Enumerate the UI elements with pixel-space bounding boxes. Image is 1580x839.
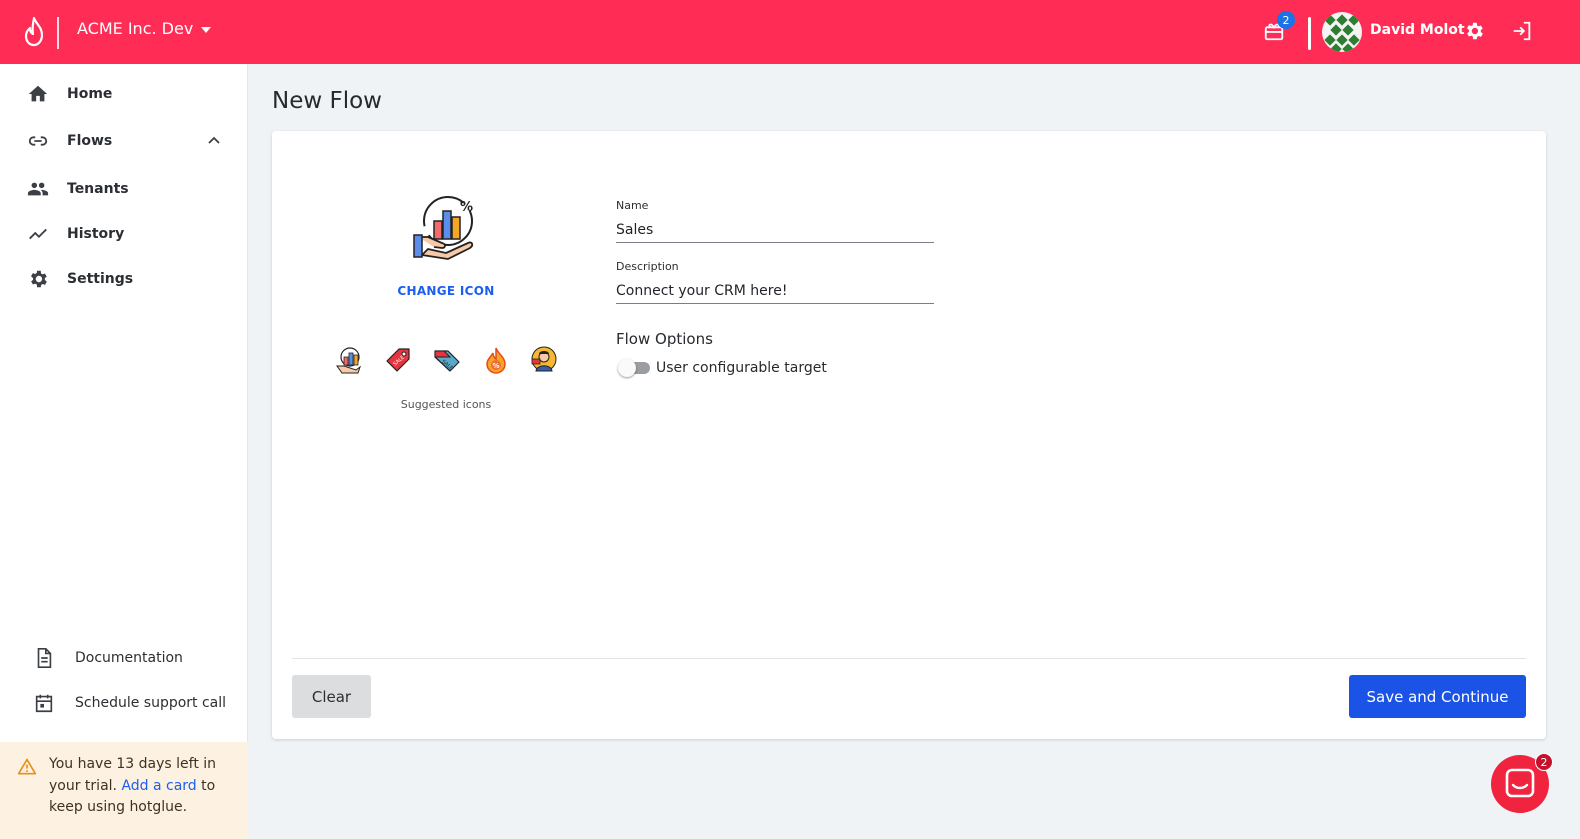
user-configurable-target-toggle[interactable]	[618, 359, 650, 377]
svg-text:%: %	[460, 200, 473, 215]
discount-tag-icon[interactable]: SALE	[432, 345, 462, 375]
avatar[interactable]	[1322, 12, 1362, 52]
sidebar-item-label: Home	[67, 86, 113, 102]
flow-form-card: % CHANGE ICON SALE SALE % Suggested icon…	[272, 131, 1546, 739]
chat-badge: 2	[1535, 753, 1553, 771]
calendar-icon	[35, 694, 53, 713]
add-card-link[interactable]: Add a card	[121, 778, 196, 794]
trial-message: You have 13 days left in your trial. Add…	[49, 754, 229, 819]
link-icon	[28, 136, 48, 146]
document-icon	[37, 648, 52, 668]
sidebar-item-label: Settings	[67, 271, 134, 287]
notification-badge: 2	[1277, 11, 1295, 29]
sidebar: Home Flows Tenants History Settings Docu…	[0, 64, 248, 839]
trial-banner: You have 13 days left in your trial. Add…	[0, 742, 248, 839]
flame-logo-icon[interactable]	[22, 17, 46, 47]
suggested-icons-caption: Suggested icons	[400, 398, 492, 411]
suggested-icons: SALE SALE %	[332, 345, 562, 379]
org-name: ACME Inc. Dev	[77, 19, 194, 38]
logout-icon[interactable]	[1511, 20, 1533, 42]
description-label: Description	[616, 260, 679, 273]
save-and-continue-button[interactable]: Save and Continue	[1349, 675, 1526, 718]
header-divider	[1308, 17, 1311, 50]
avatar-pattern-icon	[1322, 12, 1362, 52]
description-field[interactable]	[616, 278, 934, 304]
top-bar: ACME Inc. Dev 2 David Molot	[0, 0, 1580, 64]
gear-icon	[31, 270, 47, 288]
svg-text:%: %	[493, 362, 500, 370]
documentation-link[interactable]: Documentation	[0, 638, 248, 678]
sidebar-item-label: Flows	[67, 133, 113, 149]
caret-down-icon	[201, 26, 212, 33]
user-name[interactable]: David Molot	[1370, 22, 1465, 38]
flow-options-title: Flow Options	[616, 330, 713, 348]
name-field[interactable]	[616, 217, 934, 243]
toggle-knob	[618, 359, 636, 377]
org-switcher[interactable]: ACME Inc. Dev	[77, 19, 212, 38]
fire-percent-icon[interactable]: %	[481, 345, 511, 375]
sales-chart-icon[interactable]	[334, 345, 364, 375]
gear-icon[interactable]	[1463, 20, 1485, 42]
chevron-up-icon[interactable]	[206, 133, 222, 149]
schedule-support-call-link[interactable]: Schedule support call	[0, 683, 248, 723]
home-icon	[28, 85, 48, 102]
sidebar-item-settings[interactable]: Settings	[0, 259, 248, 299]
brand-divider	[57, 17, 59, 49]
toggle-label: User configurable target	[656, 360, 827, 376]
clear-button[interactable]: Clear	[292, 675, 371, 718]
footer-divider	[292, 658, 1526, 659]
warning-icon	[17, 758, 37, 775]
name-label: Name	[616, 199, 649, 212]
sidebar-item-home[interactable]: Home	[0, 74, 248, 114]
page-title: New Flow	[272, 88, 382, 114]
trend-icon	[29, 228, 47, 240]
sidebar-item-history[interactable]: History	[0, 214, 248, 254]
sale-tag-icon[interactable]: SALE	[383, 345, 413, 375]
salesman-icon[interactable]	[529, 345, 559, 375]
sidebar-item-label: History	[67, 226, 125, 242]
people-icon	[27, 182, 49, 196]
sidebar-item-flows[interactable]: Flows	[0, 121, 248, 161]
schedule-support-call-label: Schedule support call	[75, 695, 227, 711]
documentation-label: Documentation	[75, 650, 183, 666]
sales-chart-icon: %	[413, 196, 474, 260]
sidebar-item-label: Tenants	[67, 181, 129, 197]
sidebar-item-tenants[interactable]: Tenants	[0, 169, 248, 209]
change-icon-button[interactable]: CHANGE ICON	[376, 284, 516, 298]
